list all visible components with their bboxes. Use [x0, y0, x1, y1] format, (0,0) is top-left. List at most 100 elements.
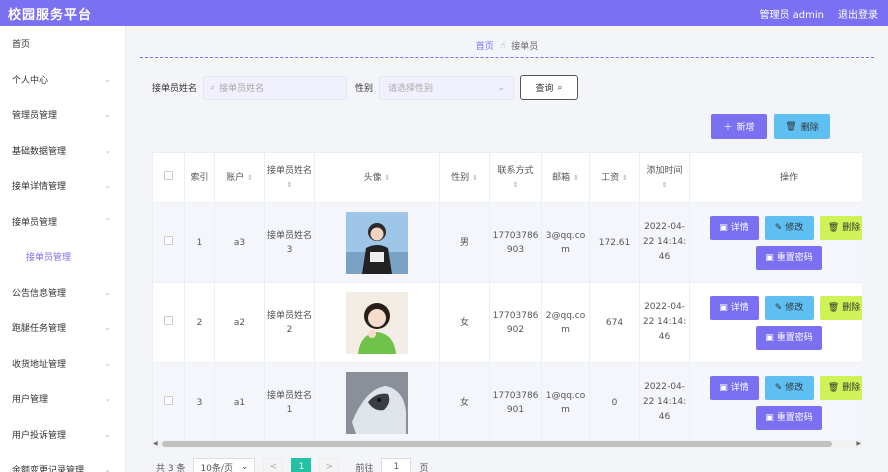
sidebar-item-courier-management[interactable]: 接单员管理 ⌃ — [0, 204, 125, 240]
gender-select-placeholder: 请选择性别 — [388, 84, 434, 94]
scroll-right-icon[interactable]: ▶ — [856, 440, 861, 447]
cell-account: a2 — [214, 282, 265, 363]
row-select[interactable] — [152, 202, 185, 283]
sidebar-item-label: 收货地址管理 — [12, 359, 67, 370]
delete-button[interactable]: 🗑 删除 — [819, 375, 862, 400]
edit-label: 修改 — [785, 222, 804, 233]
sidebar-item-user-management[interactable]: 用户管理 ⌄ — [0, 381, 125, 417]
sidebar-item-label: 个人中心 — [12, 75, 49, 86]
sidebar-item-user-complaint-management[interactable]: 用户投诉管理 ⌄ — [0, 417, 125, 453]
goto-page-input[interactable]: 1 — [381, 458, 412, 472]
header-salary[interactable]: 工资 ⇕ — [589, 152, 640, 203]
sort-icon[interactable]: ⇕ — [385, 174, 391, 182]
trash-icon: 🗑 — [827, 222, 840, 233]
sidebar-item-address-management[interactable]: 收货地址管理 ⌄ — [0, 346, 125, 382]
pagination-total: 共 3 条 — [156, 463, 186, 472]
breadcrumb-home[interactable]: 首页 — [476, 39, 494, 52]
prev-page-button[interactable]: < — [263, 458, 284, 472]
edit-button[interactable]: ✎ 修改 — [764, 295, 814, 320]
checkbox[interactable] — [164, 395, 173, 405]
sort-icon[interactable]: ⇕ — [247, 174, 253, 182]
header-avatar[interactable]: 头像 ⇕ — [314, 152, 440, 203]
header-added[interactable]: 添加时间 ⇕ — [639, 152, 690, 203]
sort-icon[interactable]: ⇕ — [287, 181, 293, 189]
sidebar-item-label: 用户投诉管理 — [12, 430, 67, 441]
checkbox[interactable] — [164, 315, 173, 325]
cell-salary: 0 — [589, 362, 640, 443]
detail-button[interactable]: ▣ 详情 — [709, 215, 759, 240]
header-name[interactable]: 接单员姓名 ⇕ — [264, 152, 315, 203]
table-row: 1 a3 接单员姓名3 男 17703786903 3@qq.com 172.61 2022-… — [152, 202, 862, 283]
header-gender[interactable]: 性别 ⇕ — [439, 152, 490, 203]
chevron-down-icon: ⌄ — [104, 181, 111, 191]
row-select[interactable] — [152, 282, 185, 363]
batch-delete-label: 删除 — [800, 123, 819, 133]
scrollbar-thumb[interactable] — [162, 441, 832, 447]
pencil-icon: ✎ — [774, 302, 783, 313]
gender-select[interactable]: 请选择性别 ⌄ — [379, 75, 515, 100]
sidebar-item-balance-record-management[interactable]: 余额变更记录管理 ⌄ — [0, 452, 125, 472]
sidebar-item-base-data-management[interactable]: 基础数据管理 ⌄ — [0, 133, 125, 169]
search-icon: ⌕ — [557, 82, 563, 93]
query-button-label: 查询 — [535, 84, 554, 94]
avatar — [346, 371, 408, 434]
pencil-icon: ✎ — [774, 382, 783, 393]
sidebar-item-admin-management[interactable]: 管理员管理 ⌄ — [0, 97, 125, 133]
chevron-down-icon: ⌄ — [104, 358, 111, 368]
sidebar-item-label: 用户管理 — [12, 395, 49, 406]
reset-password-button[interactable]: ▣ 重置密码 — [756, 405, 822, 430]
delete-label: 删除 — [842, 302, 861, 313]
scroll-left-icon[interactable]: ◀ — [153, 440, 158, 447]
sidebar-item-personal-center[interactable]: 个人中心 ⌄ — [0, 62, 125, 98]
next-page-button[interactable]: > — [319, 458, 340, 472]
sort-icon[interactable]: ⇕ — [472, 174, 478, 182]
document-icon: ▣ — [765, 332, 774, 343]
current-page-button[interactable]: 1 — [291, 458, 312, 472]
name-search-input[interactable]: ⌕ 接单员姓名 — [203, 75, 348, 100]
checkbox[interactable] — [164, 170, 173, 180]
sidebar-item-order-detail-management[interactable]: 接单详情管理 ⌄ — [0, 168, 125, 204]
reset-password-label: 重置密码 — [776, 412, 813, 423]
top-bar: 校园服务平台 管理员 admin 退出登录 — [0, 0, 888, 26]
add-button-label: 新增 — [736, 123, 755, 133]
sidebar-item-notice-management[interactable]: 公告信息管理 ⌄ — [0, 275, 125, 311]
sidebar-item-label: 首页 — [12, 40, 31, 51]
header-email[interactable]: 邮箱 ⇕ — [541, 152, 590, 203]
cell-name: 接单员姓名1 — [264, 362, 315, 443]
main-content: 首页 ☝ 接单员 接单员姓名 ⌕ 接单员姓名 性别 请选择性别 ⌄ 查询 ⌕ ＋… — [126, 26, 888, 472]
cell-ops: ▣ 详情 ✎ 修改 🗑 删除 ▣ 重置密码 — [689, 202, 862, 283]
detail-button[interactable]: ▣ 详情 — [709, 375, 759, 400]
sidebar-item-errand-task-management[interactable]: 跑腿任务管理 ⌄ — [0, 310, 125, 346]
delete-button[interactable]: 🗑 删除 — [819, 295, 862, 320]
sidebar-item-courier-management-sub[interactable]: 接单员管理 — [0, 239, 125, 275]
checkbox[interactable] — [164, 235, 173, 245]
breadcrumb-current: 接单员 — [511, 42, 539, 52]
table-row: 2 a2 接单员姓名2 女 17703786902 2@qq.com 674 2022-04-… — [152, 282, 862, 363]
pagination: 共 3 条 10条/页 ⌄ < 1 > 前往 1 页 — [156, 458, 428, 472]
sort-icon[interactable]: ⇕ — [662, 181, 668, 189]
reset-password-button[interactable]: ▣ 重置密码 — [756, 245, 822, 270]
sort-icon[interactable]: ⇕ — [622, 174, 628, 182]
detail-button[interactable]: ▣ 详情 — [709, 295, 759, 320]
sidebar-item-home[interactable]: 首页 — [0, 26, 125, 62]
row-select[interactable] — [152, 362, 185, 443]
document-icon: ▣ — [719, 302, 728, 313]
reset-password-button[interactable]: ▣ 重置密码 — [756, 325, 822, 350]
header-account[interactable]: 账户 ⇕ — [214, 152, 265, 203]
delete-label: 删除 — [842, 222, 861, 233]
batch-delete-button[interactable]: 🗑 删除 — [774, 114, 830, 139]
header-select-all[interactable] — [152, 152, 185, 203]
edit-button[interactable]: ✎ 修改 — [764, 215, 814, 240]
logout-link[interactable]: 退出登录 — [838, 6, 878, 21]
sort-icon[interactable]: ⇕ — [513, 181, 519, 189]
edit-button[interactable]: ✎ 修改 — [764, 375, 814, 400]
page-size-select[interactable]: 10条/页 ⌄ — [193, 458, 256, 472]
query-button[interactable]: 查询 ⌕ — [520, 75, 579, 100]
add-button[interactable]: ＋ 新增 — [711, 114, 767, 139]
chevron-down-icon: ⌄ — [104, 323, 111, 333]
header-phone[interactable]: 联系方式 ⇕ — [489, 152, 542, 203]
horizontal-scrollbar[interactable]: ◀ ▶ — [152, 440, 862, 448]
header-actions: 管理员 admin 退出登录 — [759, 6, 878, 21]
delete-button[interactable]: 🗑 删除 — [819, 215, 862, 240]
sort-icon[interactable]: ⇕ — [573, 174, 579, 182]
